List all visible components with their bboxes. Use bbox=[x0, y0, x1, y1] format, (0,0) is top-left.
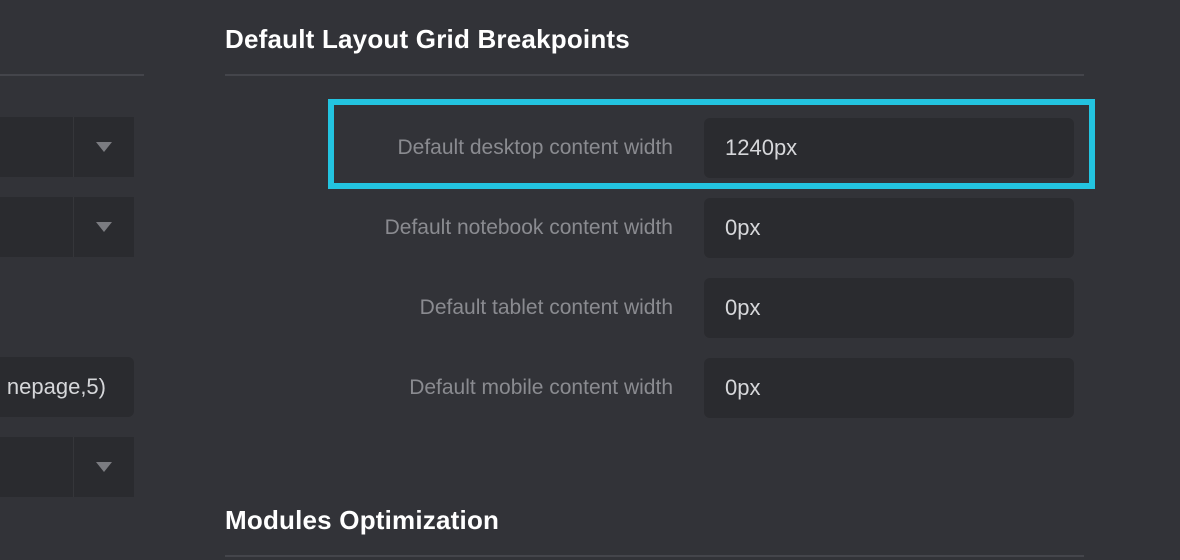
left-select-3-value[interactable] bbox=[0, 437, 71, 497]
modules-section-title: Modules Optimization bbox=[225, 505, 500, 535]
left-select-1[interactable] bbox=[0, 117, 134, 177]
notebook-width-label: Default notebook content width bbox=[384, 216, 673, 239]
left-select-2-value[interactable] bbox=[0, 197, 71, 257]
left-select-3[interactable] bbox=[0, 437, 134, 497]
left-select-2[interactable] bbox=[0, 197, 134, 257]
modules-section-divider bbox=[225, 555, 1084, 557]
chevron-down-icon bbox=[96, 142, 113, 152]
desktop-width-row: Default desktop content width bbox=[225, 118, 1075, 178]
mobile-width-input[interactable] bbox=[704, 358, 1074, 418]
desktop-width-input[interactable] bbox=[704, 118, 1074, 178]
tablet-width-input[interactable] bbox=[704, 278, 1074, 338]
tablet-width-label: Default tablet content width bbox=[419, 296, 673, 319]
left-select-1-toggle[interactable] bbox=[73, 117, 134, 177]
left-select-3-toggle[interactable] bbox=[73, 437, 134, 497]
left-section-divider bbox=[0, 74, 144, 76]
tablet-width-row: Default tablet content width bbox=[225, 278, 1075, 338]
desktop-width-label: Default desktop content width bbox=[397, 136, 673, 159]
notebook-width-input[interactable] bbox=[704, 198, 1074, 258]
breakpoints-section-divider bbox=[225, 74, 1084, 76]
left-settings-column: nepage,5) bbox=[0, 0, 145, 560]
left-select-1-value[interactable] bbox=[0, 117, 71, 177]
chevron-down-icon bbox=[96, 462, 113, 472]
mobile-width-label: Default mobile content width bbox=[409, 376, 673, 399]
notebook-width-row: Default notebook content width bbox=[225, 198, 1075, 258]
left-select-2-toggle[interactable] bbox=[73, 197, 134, 257]
breakpoints-section-title: Default Layout Grid Breakpoints bbox=[225, 24, 630, 54]
left-text-field[interactable]: nepage,5) bbox=[0, 357, 134, 417]
mobile-width-row: Default mobile content width bbox=[225, 358, 1075, 418]
chevron-down-icon bbox=[96, 222, 113, 232]
